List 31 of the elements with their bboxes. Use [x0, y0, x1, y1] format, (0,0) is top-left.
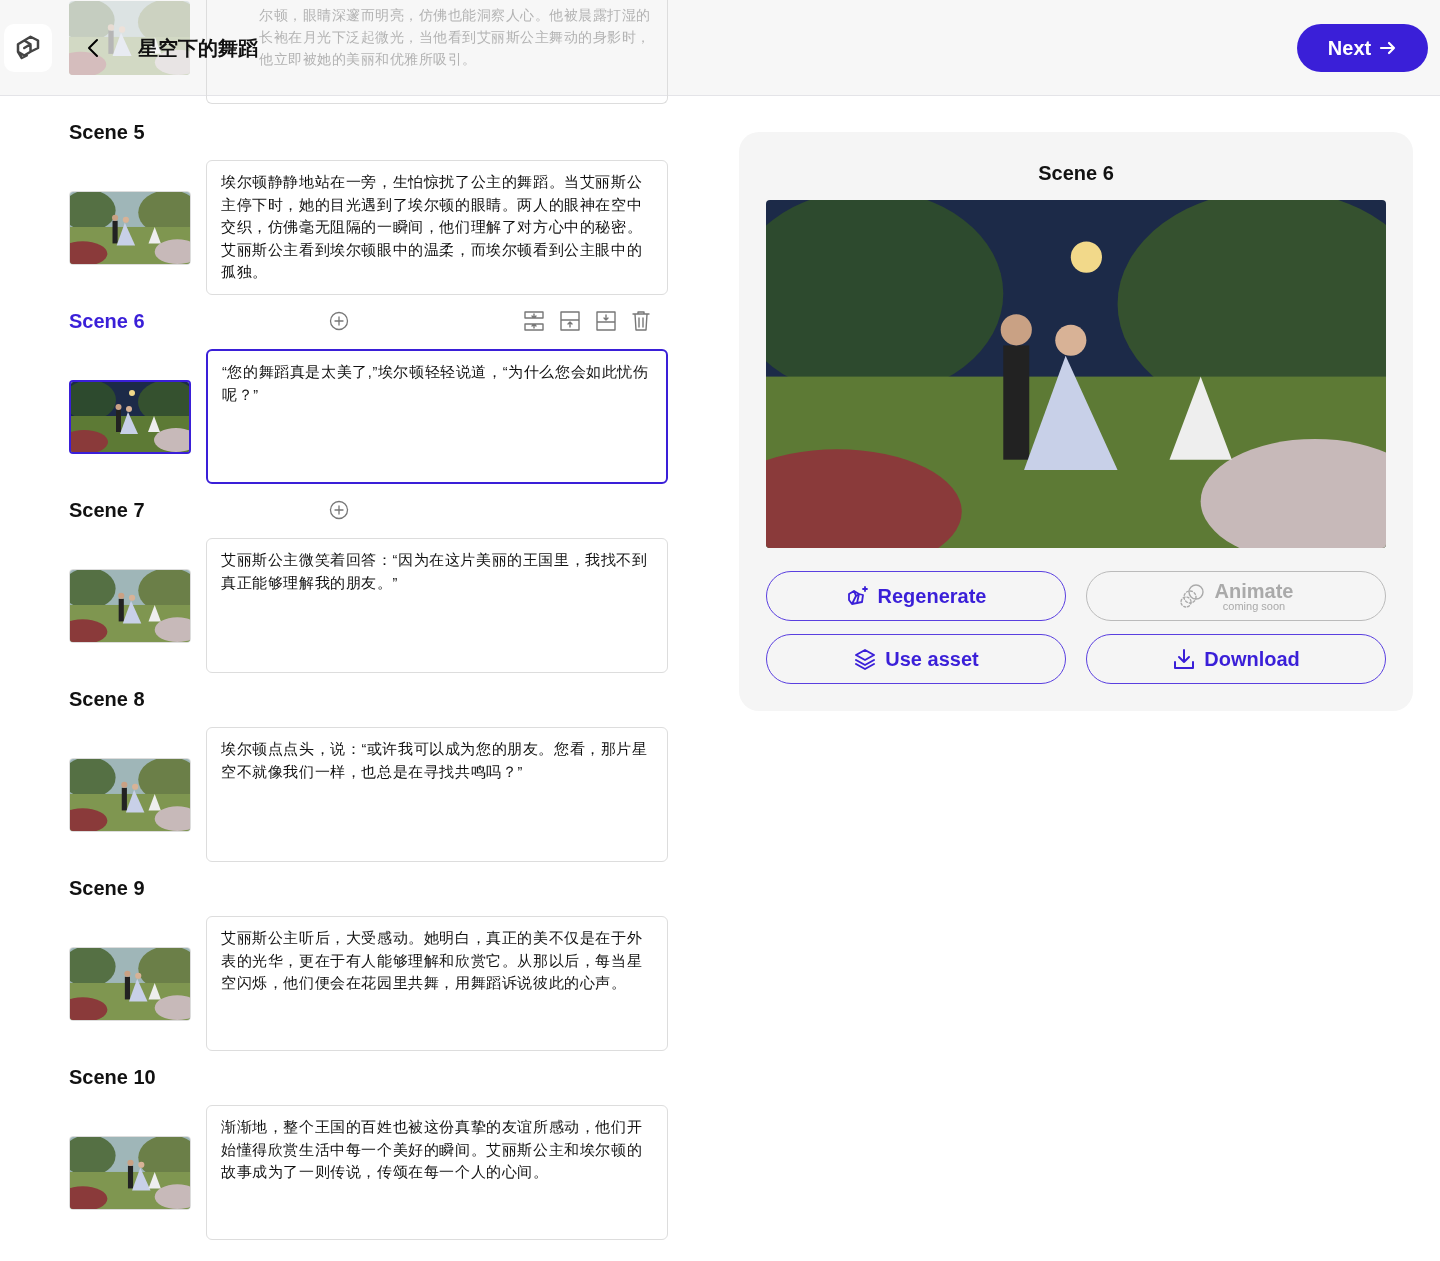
delete-button[interactable]: [631, 310, 651, 332]
scene-text-field[interactable]: 渐渐地，整个王国的百姓也被这份真挚的友谊所感动，他们开始懂得欣赏生活中每一个美好的瞬间。艾丽斯公主和埃尔顿的故事成为了一则传说，传颂在每一个人的心间。: [206, 1105, 668, 1240]
use-asset-button[interactable]: Use asset: [766, 634, 1066, 684]
page-title: 星空下的舞蹈: [138, 36, 258, 61]
cubes-sparkle-icon: [845, 584, 870, 608]
scene-title: Scene 5: [69, 120, 146, 145]
scene-title: Scene 6: [69, 309, 146, 334]
circles-icon: [1178, 583, 1207, 609]
scene-text-field[interactable]: 埃尔顿点点头，说：“或许我可以成为您的朋友。您看，那片星空不就像我们一样，也总是在寻找共鸣吗？”: [206, 727, 668, 862]
scene-title: Scene 8: [69, 687, 146, 712]
scene-text-field[interactable]: “您的舞蹈真是太美了,”埃尔顿轻轻说道，“为什么您会如此忧伤呢？”: [206, 349, 668, 484]
scene-title: Scene 7: [69, 498, 146, 523]
add-scene-button[interactable]: [329, 500, 349, 520]
scene-title: Scene 10: [69, 1065, 157, 1090]
scene-text-field[interactable]: 艾丽斯公主听后，大受感动。她明白，真正的美不仅是在于外表的光华，更在于有人能够理解和欣赏它。从那以后，每当星空闪烁，他们便会在花园里共舞，用舞蹈诉说彼此的心声。: [206, 916, 668, 1051]
arrow-right-icon: [1379, 39, 1398, 57]
next-button[interactable]: Next: [1297, 24, 1428, 72]
back-icon: [86, 37, 100, 59]
layers-icon: [853, 647, 878, 671]
merge-down-button[interactable]: [595, 310, 617, 332]
merge-up-button[interactable]: [559, 310, 581, 332]
scene-text-field[interactable]: 埃尔顿静静地站在一旁，生怕惊扰了公主的舞蹈。当艾丽斯公主停下时，她的目光遇到了埃尔顿的眼睛。两人的眼神在空中交织，仿佛毫无阻隔的一瞬间，他们理解了对方心中的秘密。艾丽斯公主看到埃尔顿眼中的温柔，而埃尔顿看到公主眼中的孤独。: [206, 160, 668, 295]
scene-title: Scene 9: [69, 876, 146, 901]
scene-text: 尔顿，眼睛深邃而明亮，仿佛也能洞察人心。他被晨露打湿的长袍在月光下泛起微光，当他看到艾丽斯公主舞动的身影时，他立即被她的美丽和优雅所吸引。: [259, 6, 652, 69]
add-scene-button[interactable]: [329, 311, 349, 331]
scene-text-field[interactable]: 艾丽斯公主微笑着回答：“因为在这片美丽的王国里，我找不到真正能够理解我的朋友。”: [206, 538, 668, 673]
download-icon: [1172, 647, 1197, 671]
preview-title: Scene 6: [1037, 161, 1115, 186]
download-button[interactable]: Download: [1086, 634, 1386, 684]
regenerate-button[interactable]: Regenerate: [766, 571, 1066, 621]
split-scene-button[interactable]: [523, 310, 545, 332]
